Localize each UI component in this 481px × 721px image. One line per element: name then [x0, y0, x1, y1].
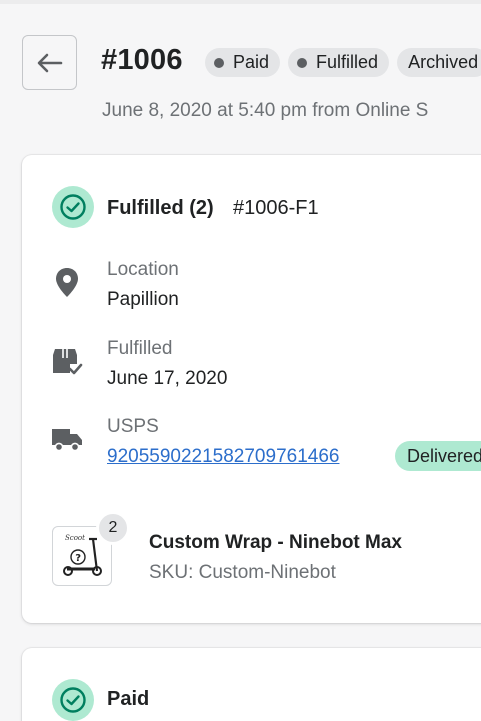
- payment-card: Paid: [22, 648, 481, 721]
- quantity-badge: 2: [96, 511, 130, 545]
- status-dot: [214, 57, 224, 68]
- location-pin-icon: [51, 267, 83, 299]
- paid-status-icon: [52, 679, 94, 721]
- top-edge: [0, 0, 481, 4]
- tracking-number-link[interactable]: 9205590221582709761466: [107, 446, 339, 468]
- check-circle-icon: [60, 687, 86, 713]
- location-label: Location: [107, 259, 179, 280]
- arrow-left-icon: [37, 53, 62, 72]
- product-sku: SKU: Custom-Ninebot: [149, 562, 336, 583]
- product-name-link[interactable]: Custom Wrap - Ninebot Max: [149, 532, 402, 554]
- fulfillment-card: Fulfilled (2) #1006-F1 Location Papillio…: [22, 155, 481, 623]
- order-date-source: June 8, 2020 at 5:40 pm from Online S: [102, 100, 429, 121]
- badge-label: Paid: [233, 52, 270, 72]
- svg-text:?: ?: [75, 553, 81, 564]
- payment-status-badge: Paid: [205, 48, 281, 77]
- fulfilled-date-label: Fulfilled: [107, 338, 173, 359]
- fulfillment-status-badge: Fulfilled: [288, 48, 390, 77]
- check-circle-icon: [60, 194, 86, 220]
- location-value: Papillion: [107, 289, 179, 310]
- carrier-label: USPS: [107, 416, 159, 437]
- archived-status-badge: Archived: [397, 48, 481, 77]
- payment-title: Paid: [107, 688, 150, 710]
- svg-text:Scoot: Scoot: [65, 534, 85, 542]
- truck-icon: [51, 423, 83, 455]
- tracking-status-badge: Delivered: [395, 441, 481, 471]
- fulfilled-status-icon: [52, 186, 94, 228]
- package-check-icon: [51, 345, 83, 377]
- status-dot: [297, 57, 308, 68]
- back-button[interactable]: [22, 35, 77, 90]
- order-status-badges: Paid Fulfilled Archived: [205, 48, 481, 77]
- badge-label: Archived: [408, 52, 479, 72]
- fulfilled-date-value: June 17, 2020: [107, 368, 228, 389]
- fulfillment-title: Fulfilled (2): [107, 197, 214, 219]
- order-number: #1006: [101, 44, 183, 76]
- badge-label: Fulfilled: [316, 52, 379, 72]
- fulfillment-reference: #1006-F1: [233, 197, 319, 219]
